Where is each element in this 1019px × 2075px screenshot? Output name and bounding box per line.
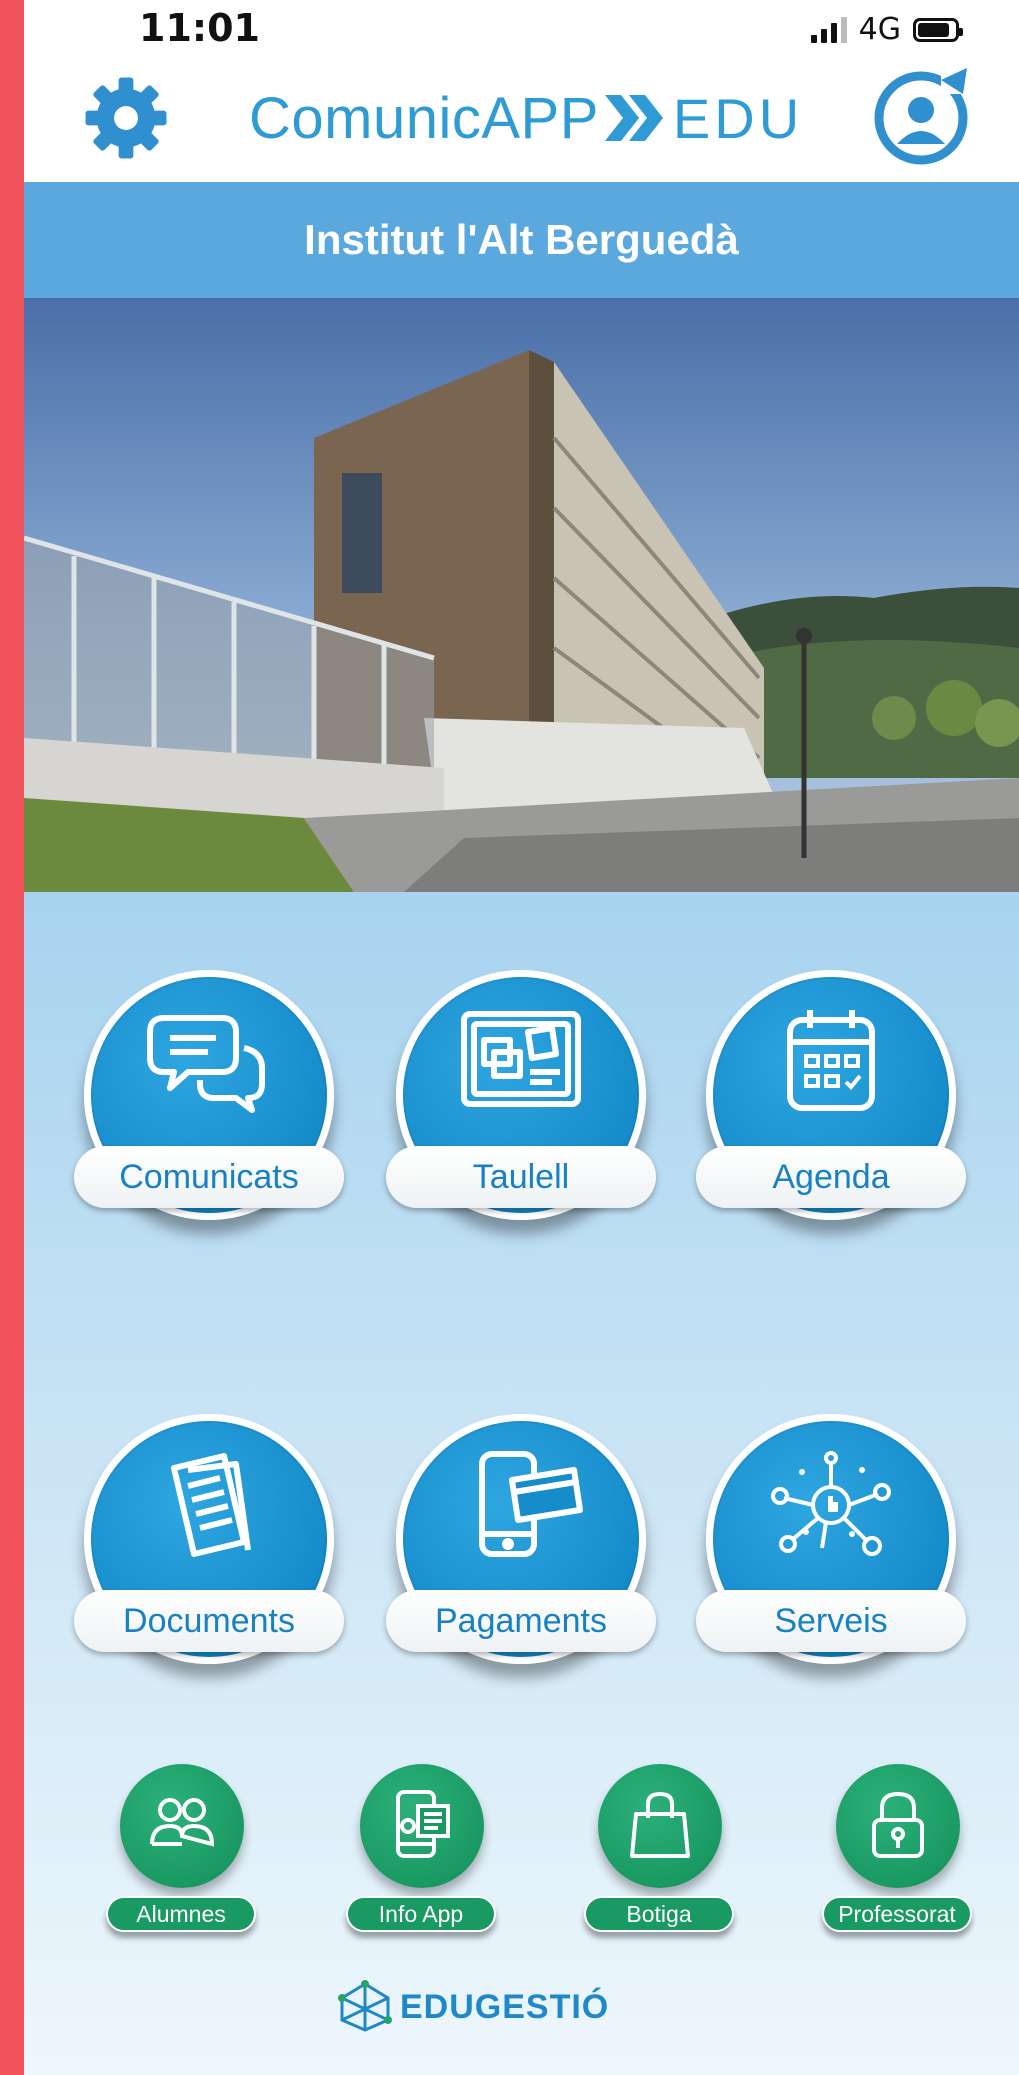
status-indicators: 4G	[810, 12, 963, 47]
tile-label: Botiga	[584, 1896, 734, 1932]
tile-documents[interactable]: Documents	[74, 1414, 344, 1684]
double-chevron-icon	[604, 95, 663, 141]
battery-icon	[913, 17, 963, 42]
tile-circle	[598, 1764, 722, 1888]
left-edge-bar	[0, 0, 24, 2075]
app-info-icon	[396, 1790, 450, 1858]
app-screen: 11:01 4G ComunicAPP EDU Institut l'Alt B…	[24, 0, 1019, 2075]
padlock-icon	[872, 1792, 924, 1858]
network-services-icon	[771, 1451, 891, 1556]
tile-professorat[interactable]: Professorat	[816, 1764, 976, 1954]
school-name: Institut l'Alt Berguedà	[304, 216, 739, 263]
phone-card-icon	[479, 1451, 583, 1557]
signal-icon	[810, 16, 847, 43]
edugestio-logo: EDUGESTIÓ	[338, 1980, 609, 2034]
tile-label: Serveis	[696, 1590, 966, 1652]
gear-icon[interactable]	[80, 72, 172, 164]
user-refresh-icon[interactable]	[871, 64, 975, 168]
chat-bubbles-icon	[147, 1015, 265, 1113]
tile-serveis[interactable]: Serveis	[696, 1414, 966, 1684]
tile-label: Agenda	[696, 1146, 966, 1208]
tile-alumnes[interactable]: Alumnes	[100, 1764, 260, 1954]
school-building-photo	[24, 298, 1019, 892]
edugestio-mark-icon	[338, 1980, 392, 2032]
tile-agenda[interactable]: Agenda	[696, 970, 966, 1240]
tile-label: Professorat	[822, 1896, 972, 1932]
network-type: 4G	[858, 12, 901, 47]
school-title-bar: Institut l'Alt Berguedà	[24, 182, 1019, 298]
shopping-bag-icon	[630, 1792, 690, 1858]
tile-label: Comunicats	[74, 1146, 344, 1208]
footer-brand: EDUGESTIÓ	[400, 1987, 610, 2026]
tile-label: Pagaments	[386, 1590, 656, 1652]
tile-label: Info App	[346, 1896, 496, 1932]
tile-comunicats[interactable]: Comunicats	[74, 970, 344, 1240]
tile-circle	[836, 1764, 960, 1888]
tile-label: Taulell	[386, 1146, 656, 1208]
tile-label: Alumnes	[106, 1896, 256, 1932]
logo-text: ComunicAPP	[249, 85, 599, 151]
tile-pagaments[interactable]: Pagaments	[386, 1414, 656, 1684]
tile-taulell[interactable]: Taulell	[386, 970, 656, 1240]
app-logo: ComunicAPP EDU	[249, 78, 803, 158]
calendar-icon	[787, 1010, 875, 1111]
status-time: 11:01	[139, 6, 260, 50]
documents-icon	[171, 1453, 251, 1557]
people-icon	[150, 1798, 214, 1847]
tile-info-app[interactable]: Info App	[340, 1764, 500, 1954]
tile-label: Documents	[74, 1590, 344, 1652]
tile-circle	[120, 1764, 244, 1888]
battery-level	[918, 22, 949, 37]
tile-circle	[360, 1764, 484, 1888]
notice-board-icon	[461, 1011, 581, 1107]
tile-botiga[interactable]: Botiga	[578, 1764, 738, 1954]
logo-suffix: EDU	[672, 86, 804, 150]
